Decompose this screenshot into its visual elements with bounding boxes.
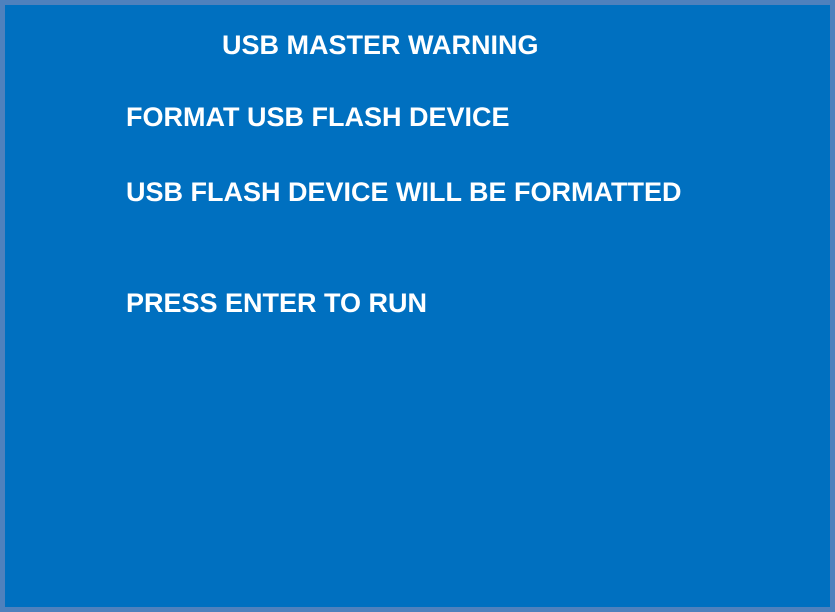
action-label: FORMAT USB FLASH DEVICE: [126, 102, 510, 132]
screen-title: USB MASTER WARNING: [222, 30, 539, 60]
warning-screen: USB MASTER WARNING FORMAT USB FLASH DEVI…: [0, 0, 835, 612]
enter-prompt: PRESS ENTER TO RUN: [126, 288, 428, 318]
warning-message: USB FLASH DEVICE WILL BE FORMATTED: [126, 177, 682, 207]
